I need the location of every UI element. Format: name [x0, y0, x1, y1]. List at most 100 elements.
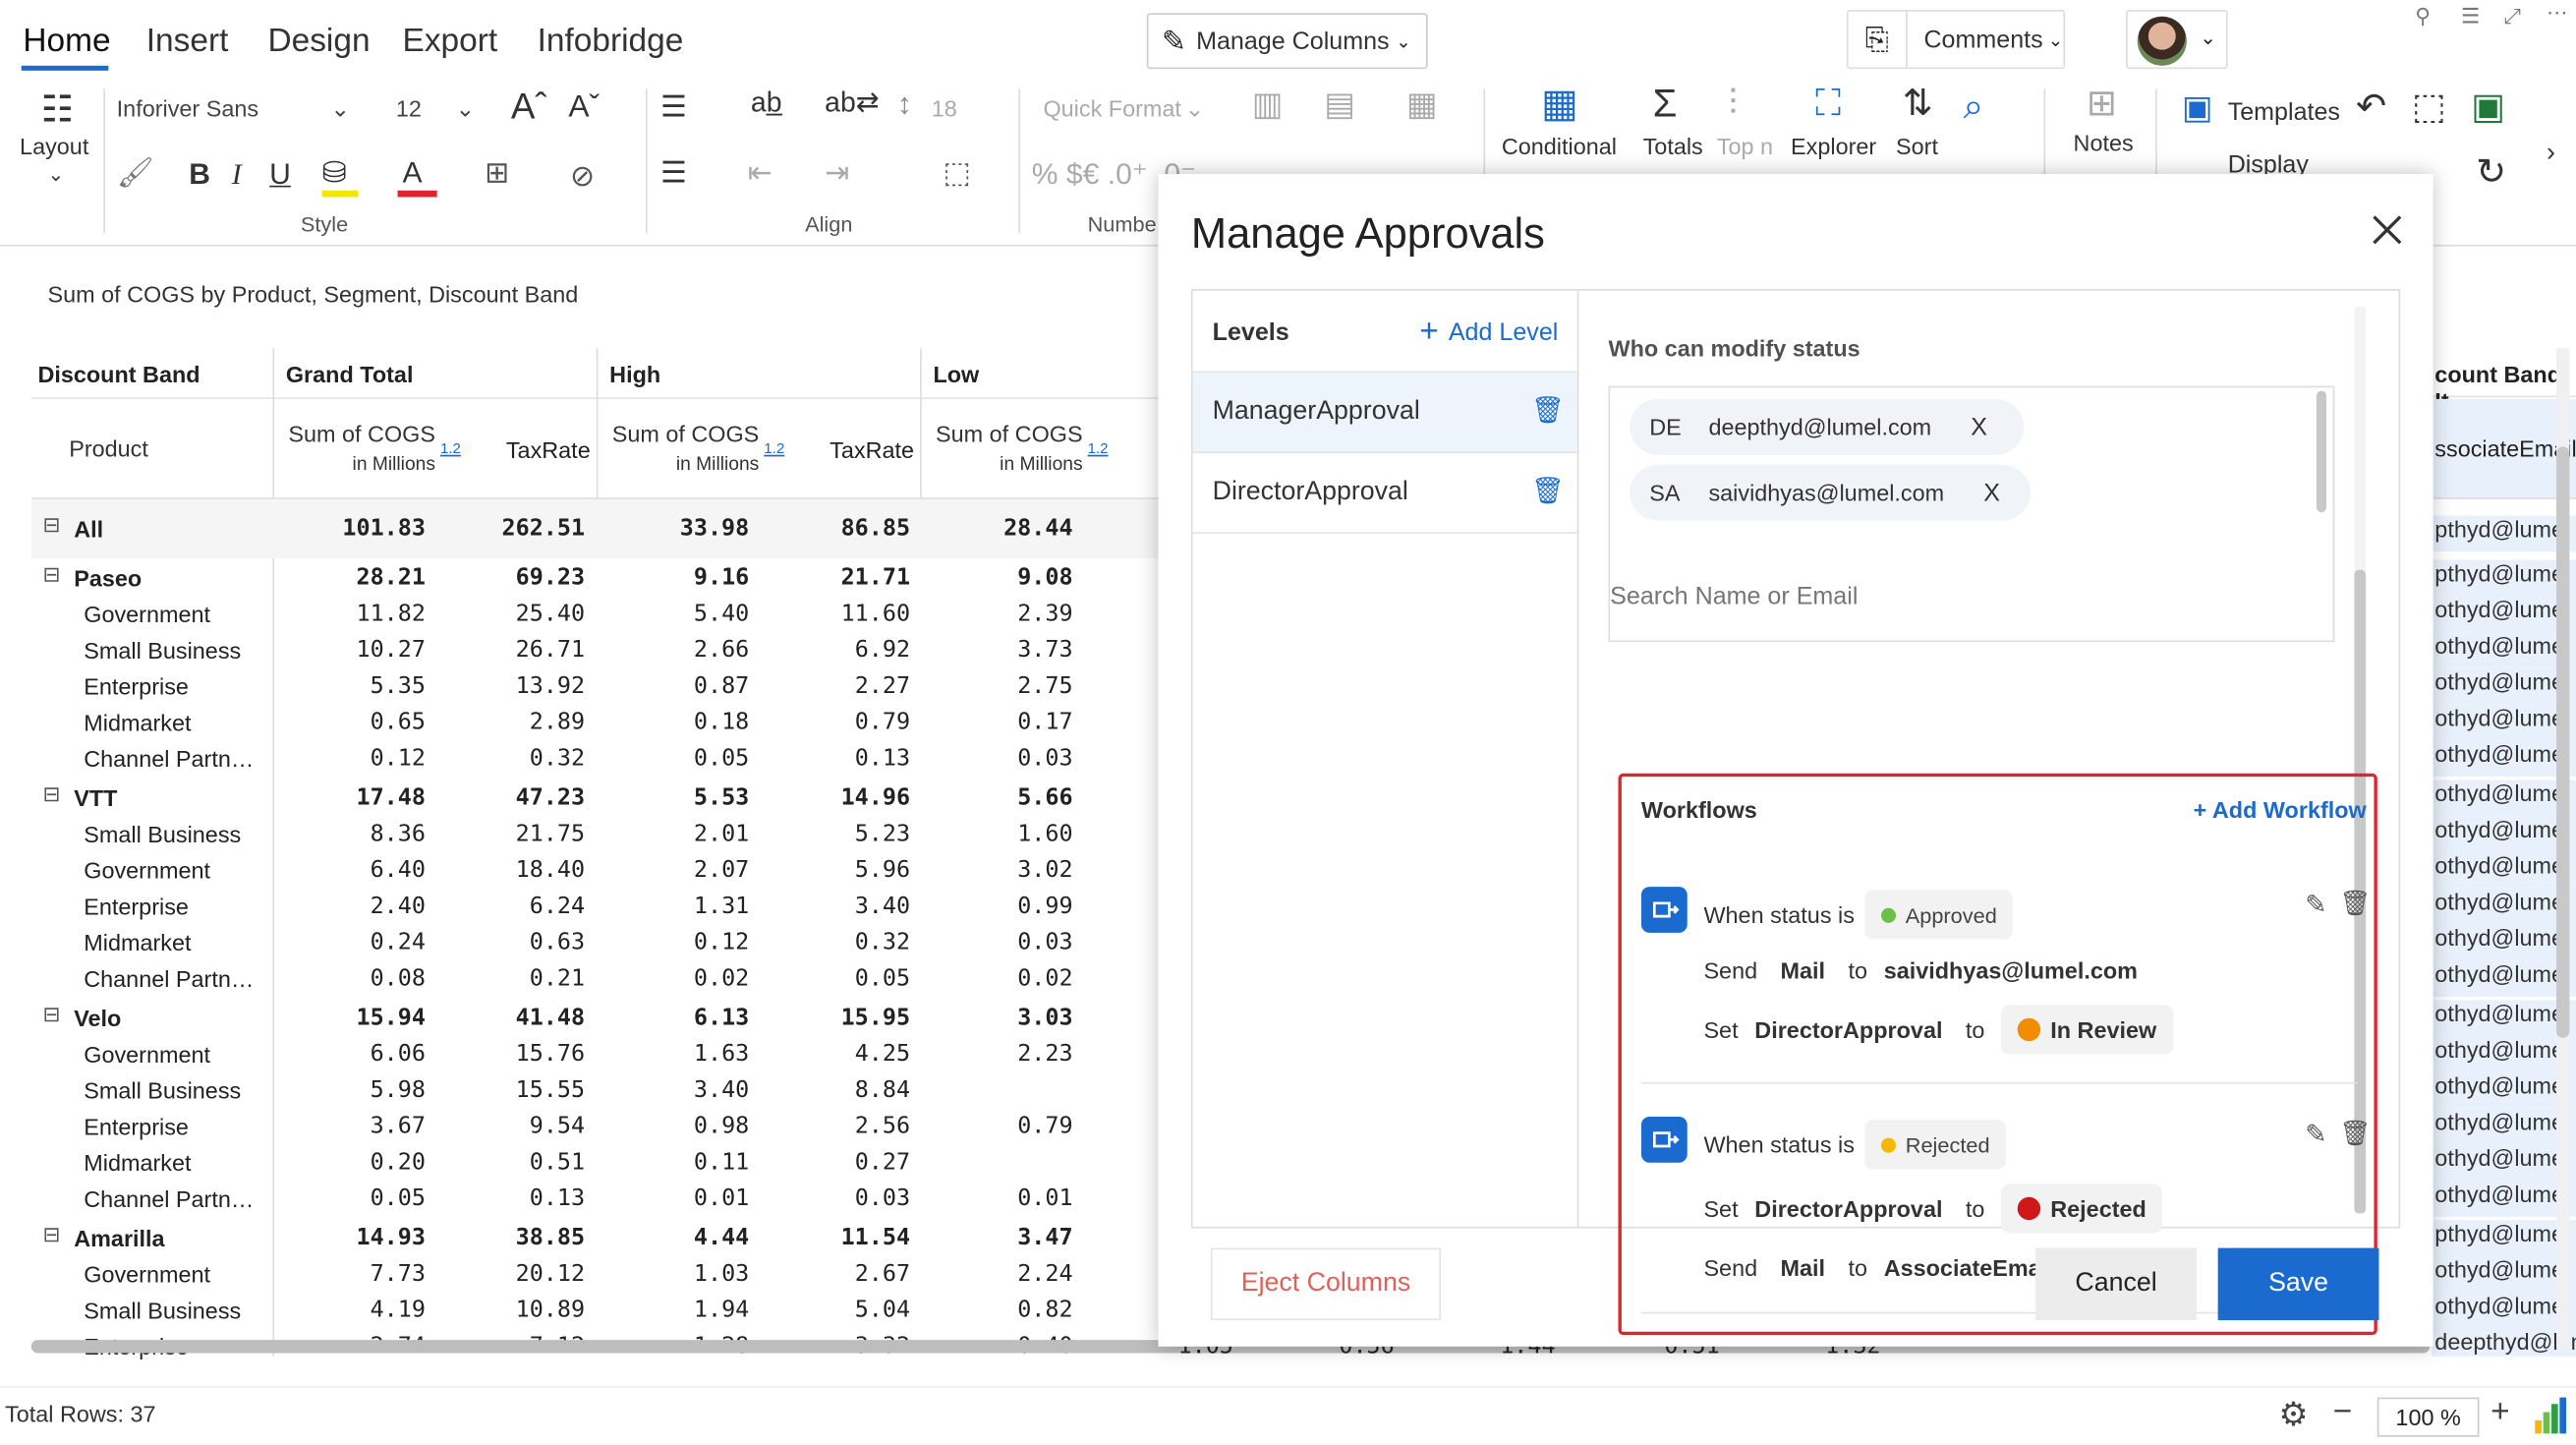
- cell-value[interactable]: 2.66: [618, 637, 749, 664]
- email-cell[interactable]: othyd@lume: [2431, 924, 2576, 961]
- cell-value[interactable]: 0.02: [942, 965, 1072, 992]
- align-icon[interactable]: ☰: [660, 92, 687, 122]
- level-item[interactable]: DirectorApproval 🗑: [1192, 453, 1577, 534]
- cell-value[interactable]: 0.03: [942, 930, 1072, 956]
- scrollbar[interactable]: [2316, 390, 2326, 513]
- cell-value[interactable]: 2.56: [778, 1114, 910, 1140]
- header-sum-of-cogs[interactable]: Sum of COGS in Millions: [278, 421, 435, 480]
- table-row[interactable]: Enterprise 5.35 13.92 0.87 2.27 2.75: [31, 668, 1165, 705]
- tab-export[interactable]: Export: [403, 23, 498, 60]
- cell-value[interactable]: 4.25: [778, 1041, 910, 1068]
- cell-value[interactable]: 9.54: [453, 1114, 585, 1140]
- cell-value[interactable]: 5.66: [942, 784, 1072, 811]
- cell-value[interactable]: 10.89: [453, 1298, 585, 1324]
- resize-icon[interactable]: ⬚: [943, 157, 970, 187]
- table-row[interactable]: Midmarket 0.65 2.89 0.18 0.79 0.17: [31, 705, 1165, 741]
- cell-value[interactable]: 4.44: [618, 1225, 749, 1251]
- cell-value[interactable]: 5.23: [778, 821, 910, 847]
- cell-value[interactable]: 15.95: [778, 1005, 910, 1031]
- comments-button[interactable]: ⎘ Comments ⌄: [1846, 10, 2066, 70]
- cell-value[interactable]: 0.12: [294, 745, 426, 772]
- add-workflow-button[interactable]: + Add Workflow: [2194, 796, 2367, 823]
- cell-value[interactable]: 0.63: [453, 930, 585, 956]
- cell-value[interactable]: 0.21: [453, 965, 585, 992]
- cell-value[interactable]: 5.35: [294, 673, 426, 700]
- cell-value[interactable]: 2.23: [942, 1041, 1072, 1068]
- cell-value[interactable]: 18.40: [453, 857, 585, 884]
- precision-badge[interactable]: 1.2: [764, 440, 784, 457]
- email-cell[interactable]: othyd@lume: [2431, 960, 2576, 997]
- edit-icon[interactable]: ✎: [2305, 889, 2326, 921]
- email-cell[interactable]: deepthyd@lume: [2431, 1328, 2576, 1357]
- zoom-out-button[interactable]: −: [2333, 1394, 2353, 1431]
- cell-value[interactable]: 21.71: [778, 565, 910, 592]
- cell-value[interactable]: 1.60: [942, 821, 1072, 847]
- cell-value[interactable]: 0.24: [294, 930, 426, 956]
- format-painter-icon[interactable]: 🖌: [117, 157, 154, 187]
- email-cell[interactable]: pthyd@lume: [2431, 515, 2576, 552]
- table-row[interactable]: Small Business 4.19 10.89 1.94 5.04 0.82: [31, 1293, 1165, 1329]
- chart-icon[interactable]: ▦: [1406, 88, 1438, 121]
- wrap-text-icon[interactable]: ab̲: [751, 88, 782, 116]
- italic-icon[interactable]: I: [232, 159, 242, 189]
- cell-value[interactable]: 9.08: [942, 565, 1072, 592]
- bold-icon[interactable]: B: [189, 159, 210, 189]
- search-input[interactable]: [1610, 567, 2317, 624]
- cell-value[interactable]: 0.87: [618, 673, 749, 700]
- table-row[interactable]: Enterprise 3.67 9.54 0.98 2.56 0.79: [31, 1109, 1165, 1145]
- zoom-level[interactable]: 100 %: [2376, 1397, 2480, 1437]
- cell-value[interactable]: 0.99: [942, 894, 1072, 920]
- cell-value[interactable]: 69.23: [453, 565, 585, 592]
- cell-value[interactable]: 25.40: [453, 601, 585, 627]
- pin-icon[interactable]: ⚲: [2415, 3, 2431, 29]
- cell-value[interactable]: 0.20: [294, 1149, 426, 1176]
- cell-value[interactable]: 13.92: [453, 673, 585, 700]
- quick-format-select[interactable]: Quick Format ⌄: [1028, 86, 1219, 132]
- header-low[interactable]: Low: [933, 362, 979, 388]
- cell-value[interactable]: 6.24: [453, 894, 585, 920]
- email-cell[interactable]: othyd@lume: [2431, 1000, 2576, 1037]
- email-cell[interactable]: othyd@lume: [2431, 1071, 2576, 1109]
- chart-icon[interactable]: ▤: [1324, 88, 1355, 121]
- cell-value[interactable]: 1.63: [618, 1041, 749, 1068]
- cell-value[interactable]: 0.08: [294, 965, 426, 992]
- header-discount-band[interactable]: Discount Band: [37, 362, 200, 388]
- cell-value[interactable]: 0.13: [778, 745, 910, 772]
- cell-value[interactable]: 3.40: [618, 1077, 749, 1104]
- precision-badge[interactable]: 1.2: [1088, 440, 1109, 457]
- indent-increase-icon[interactable]: ⇥: [825, 157, 849, 187]
- indent-decrease-icon[interactable]: ⇤: [748, 157, 773, 187]
- email-cell[interactable]: pthyd@lume: [2431, 559, 2576, 597]
- gear-icon[interactable]: ⚙: [2279, 1394, 2309, 1435]
- vertical-scrollbar[interactable]: [2556, 348, 2570, 1351]
- table-row[interactable]: Government 6.06 15.76 1.63 4.25 2.23: [31, 1036, 1165, 1072]
- hide-icon[interactable]: ⊘: [570, 161, 595, 191]
- cell-value[interactable]: 2.89: [453, 710, 585, 736]
- align-justify-icon[interactable]: ☰: [660, 157, 687, 187]
- table-row[interactable]: Government 7.73 20.12 1.03 2.67 2.24: [31, 1256, 1165, 1293]
- explorer-button[interactable]: Explorer: [1791, 133, 1876, 159]
- cell-value[interactable]: 6.92: [778, 637, 910, 664]
- cell-value[interactable]: 11.82: [294, 601, 425, 627]
- cell-value[interactable]: 5.98: [294, 1077, 426, 1104]
- collapse-icon[interactable]: ⊟: [42, 1222, 60, 1248]
- eject-columns-button[interactable]: Eject Columns: [1210, 1247, 1441, 1321]
- cell-value[interactable]: 5.96: [778, 857, 910, 884]
- collapse-icon[interactable]: ⊟: [42, 561, 60, 588]
- header-taxrate[interactable]: TaxRate: [830, 436, 914, 463]
- topn-button[interactable]: Top n: [1717, 133, 1773, 159]
- cell-value[interactable]: 0.05: [294, 1185, 426, 1212]
- header-sum-of-cogs[interactable]: Sum of COGS in Millions: [925, 421, 1083, 480]
- cell-value[interactable]: 47.23: [453, 784, 585, 811]
- expand-icon[interactable]: ⤢: [2504, 3, 2521, 29]
- cell-value[interactable]: 0.01: [942, 1185, 1072, 1212]
- cell-value[interactable]: 9.16: [618, 565, 749, 592]
- borders-icon[interactable]: ⊞: [485, 157, 509, 187]
- header-product[interactable]: Product: [69, 435, 148, 462]
- edit-icon[interactable]: ✎: [2305, 1119, 2326, 1151]
- cell-value[interactable]: 28.21: [294, 565, 425, 592]
- cell-value[interactable]: 5.53: [618, 784, 749, 811]
- header-grand-total[interactable]: Grand Total: [286, 362, 414, 388]
- cell-value[interactable]: 2.40: [294, 894, 426, 920]
- email-cell[interactable]: othyd@lume: [2431, 1036, 2576, 1072]
